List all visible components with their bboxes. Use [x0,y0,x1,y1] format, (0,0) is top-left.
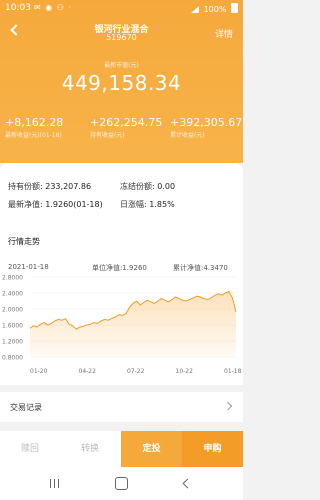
nav-area [30,291,236,357]
status-time: 10:03 [5,3,31,13]
chart-date: 2021-01-18 [8,263,49,271]
x-tick-label: 01-18 [224,368,242,375]
battery-icon [231,3,238,13]
chart-unit-nav: 单位净值:1.9260 [92,264,147,272]
holding-profit-value: +262,254.75 [90,116,163,129]
x-tick-label: 01-20 [30,368,48,375]
y-tick-label: 0.8000 [2,355,23,362]
total-profit-label: 累计收益(元) [170,132,205,139]
x-axis: 01-20 04-22 07-22 10-22 01-18 [30,368,242,375]
signal-icon [191,6,200,13]
holdings-panel: 持有份额: 233,207.86 冻结份额: 0.00 最新净值: 1.9260… [0,163,243,385]
recent-apps-icon[interactable] [50,479,60,488]
market-value: 449,158.34 [61,71,182,95]
redeem-button[interactable]: 赎回 [0,431,60,467]
total-profit-value: +392,305.67 [170,116,243,129]
convert-button[interactable]: 转换 [60,431,120,467]
purchase-button[interactable]: 申购 [182,431,243,467]
y-tick-label: 2.0000 [2,307,23,314]
latest-profit-label: 最新收益(元)(01-18) [5,132,62,139]
x-tick-label: 07-22 [127,368,145,375]
y-tick-label: 2.8000 [2,275,23,282]
auto-invest-button[interactable]: 定投 [121,431,182,467]
holding-profit-label: 持有收益(元) [90,132,125,139]
change-row: 日涨幅: 1.85% [120,199,175,210]
back-nav-icon[interactable] [182,478,193,489]
change-value: 1.85% [149,200,175,209]
trade-records-row[interactable]: 交易记录 [0,392,243,422]
chevron-right-icon [223,401,233,411]
notification-icons: ✉ ◉ ⚇ · [34,3,73,12]
status-bar: 10:03 ✉ ◉ ⚇ · 100% [0,0,243,18]
chart-acc-nav: 累计净值:4.3470 [173,264,228,272]
system-nav-bar [0,467,243,500]
y-tick-label: 1.6000 [2,323,23,330]
y-tick-label: 1.2000 [2,339,23,346]
nav-row: 最新净值: 1.9260(01-18) [8,199,103,210]
fund-header: 10:03 ✉ ◉ ⚇ · 100% 银河行业混合 519670 详情 最新市值… [0,0,243,163]
shares-value: 233,207.86 [45,182,92,191]
frozen-label: 冻结份额: [120,182,155,191]
shares-row: 持有份额: 233,207.86 [8,181,91,192]
frozen-row: 冻结份额: 0.00 [120,181,175,192]
home-icon[interactable] [115,477,128,490]
y-tick-label: 2.4000 [2,291,23,298]
x-tick-label: 10-22 [176,368,194,375]
status-right: 100% [191,3,238,14]
change-label: 日涨幅: [120,200,147,209]
battery-percent: 100% [203,5,227,14]
fund-code: 519670 [106,33,137,42]
nav-value: 1.9260(01-18) [45,200,103,209]
frozen-value: 0.00 [157,182,176,191]
market-value-label: 最新市值(元) [104,62,139,69]
trade-records-label: 交易记录 [10,403,42,412]
action-bar: 赎回 转换 定投 申购 [0,431,243,467]
latest-profit-value: +8,162.28 [5,116,64,129]
shares-label: 持有份额: [8,182,43,191]
details-link[interactable]: 详情 [215,27,233,40]
trend-title: 行情走势 [8,237,40,246]
nav-label: 最新净值: [8,200,43,209]
nav-trend-chart[interactable]: 2.8000 2.4000 2.0000 1.6000 1.2000 0.8000 01-… [0,273,243,385]
x-tick-label: 04-22 [79,368,97,375]
